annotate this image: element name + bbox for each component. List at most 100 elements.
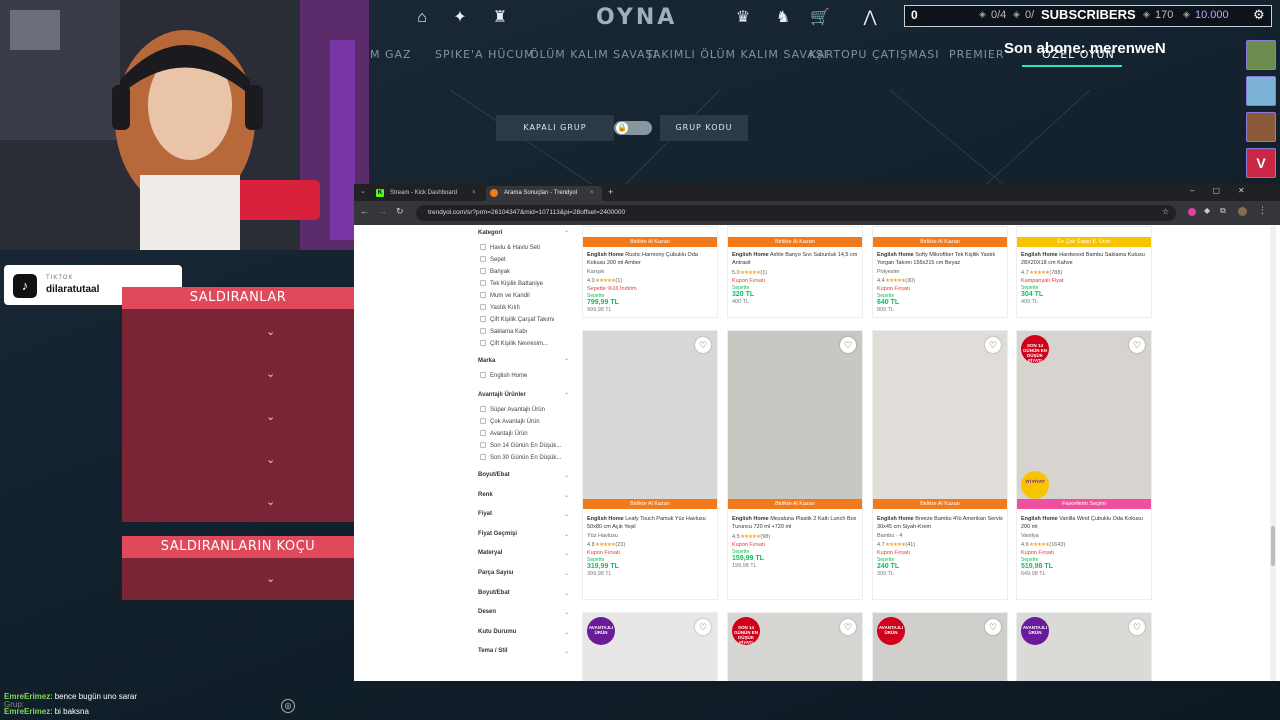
chevron-down-icon[interactable]: ⌄ [266, 325, 275, 338]
valorant-logo-icon[interactable]: V [1246, 148, 1276, 178]
bookmark-star-icon[interactable]: ☆ [1162, 207, 1169, 216]
filter-section-header[interactable]: Parça Sayısı ⌄ [478, 570, 569, 577]
product-card[interactable]: ♡ Birlikte Al Kazan English Home Mezaluna … [727, 330, 863, 600]
agent-portrait[interactable] [1246, 76, 1276, 106]
agent-portrait[interactable] [1246, 40, 1276, 70]
chevron-down-icon[interactable]: ⌄ [564, 629, 569, 636]
checkbox[interactable] [480, 442, 486, 448]
home-icon[interactable]: ⌂ [412, 8, 432, 28]
filter-section-header[interactable]: Renk ⌄ [478, 492, 569, 499]
heart-icon[interactable]: ♡ [840, 337, 856, 353]
filter-checkbox-item[interactable]: English Home [480, 372, 527, 379]
chevron-down-icon[interactable]: ⌄ [564, 648, 569, 655]
product-card[interactable]: Birlikte Al Kazan English Home Ashle Bany… [727, 226, 863, 318]
store-icon[interactable]: 🛒 [810, 8, 830, 28]
extension-icon[interactable] [1188, 208, 1196, 216]
close-icon[interactable]: × [590, 186, 594, 201]
filter-section-header[interactable]: Fiyat ⌄ [478, 511, 569, 518]
heart-icon[interactable]: ♡ [1129, 337, 1145, 353]
close-icon[interactable]: × [472, 186, 476, 201]
extension-icon[interactable]: ◆ [1204, 206, 1210, 215]
filter-section-header[interactable]: Desen ⌄ [478, 609, 569, 616]
product-card[interactable]: ♡ AVANTAJLI ÜRÜN [872, 612, 1008, 681]
chevron-down-icon[interactable]: ⌄ [266, 367, 275, 380]
filter-section-header[interactable]: Boyut/Ebat ⌄ [478, 472, 569, 479]
chevron-down-icon[interactable]: ⌄ [564, 511, 569, 518]
product-image[interactable] [728, 331, 862, 499]
avatar[interactable] [1238, 207, 1247, 216]
checkbox[interactable] [480, 280, 486, 286]
tab-kick[interactable]: K Stream - Kick Dashboard × [372, 186, 484, 201]
chevron-down-icon[interactable]: ⌄ [564, 550, 569, 557]
tab-mode-2[interactable]: ÖLÜM KALIM SAVAŞI [530, 48, 658, 61]
agent-portrait[interactable] [1246, 112, 1276, 142]
chevron-up-icon[interactable]: ⌃ [564, 230, 569, 237]
checkbox[interactable] [480, 304, 486, 310]
checkbox[interactable] [480, 418, 486, 424]
settings-icon[interactable]: ⚙ [1253, 7, 1265, 23]
puzzle-icon[interactable]: ⧉ [1220, 206, 1226, 216]
checkbox[interactable] [480, 372, 486, 378]
filter-checkbox-item[interactable]: Çift Kişilik Çarşaf Takımı [480, 316, 555, 323]
chevron-down-icon[interactable]: ⌄ [564, 531, 569, 538]
forward-icon[interactable]: → [378, 206, 387, 216]
tab-mode-3[interactable]: TAKIMLI ÖLÜM KALIM SAVAŞI [646, 48, 828, 61]
product-card[interactable]: ♡ Birlikte Al Kazan English Home Leafy Tou… [582, 330, 718, 600]
filter-checkbox-item[interactable]: Banyak [480, 268, 510, 275]
product-image[interactable] [583, 331, 717, 499]
chevron-down-icon[interactable]: ⌄ [564, 570, 569, 577]
filter-checkbox-item[interactable]: Çok Avantajlı Ürün [480, 418, 540, 425]
chevron-up-icon[interactable]: ⌃ [564, 358, 569, 365]
filter-checkbox-item[interactable]: Yastık Kılıfı [480, 304, 520, 311]
checkbox[interactable] [480, 406, 486, 412]
filter-section-header[interactable]: Avantajlı Ürünler ⌃ [478, 392, 569, 399]
reload-icon[interactable]: ↻ [396, 206, 404, 217]
filter-checkbox-item[interactable]: Sepet [480, 256, 506, 263]
tab-menu-icon[interactable]: ⌄ [360, 187, 366, 195]
chevron-down-icon[interactable]: ⌄ [266, 453, 275, 466]
heart-icon[interactable]: ♡ [985, 619, 1001, 635]
heart-icon[interactable]: ♡ [695, 337, 711, 353]
product-image[interactable] [873, 331, 1007, 499]
checkbox[interactable] [480, 268, 486, 274]
play-title[interactable]: OYNA [596, 5, 677, 30]
checkbox[interactable] [480, 244, 486, 250]
scroll-thumb[interactable] [1271, 526, 1275, 566]
battlepass-icon[interactable]: ⋀ [860, 8, 880, 28]
tab-mode-0[interactable]: M GAZ [370, 48, 412, 61]
product-card[interactable]: En Çok Satan 6. Ürün English Home Hardwoo… [1016, 226, 1152, 318]
filter-checkbox-item[interactable]: Saklama Kabı [480, 328, 527, 335]
filter-checkbox-item[interactable]: Çift Kişilik Nevresim... [480, 340, 548, 347]
product-card[interactable]: ♡ AVANTAJLI ÜRÜN [582, 612, 718, 681]
tab-mode-1[interactable]: SPIKE'A HÜCUM [435, 48, 535, 61]
checkbox[interactable] [480, 328, 486, 334]
filter-section-header[interactable]: Kategori ⌃ [478, 230, 569, 237]
product-card[interactable]: Birlikte Al Kazan English Home Rustic Har… [582, 226, 718, 318]
chevron-down-icon[interactable]: ⌄ [564, 609, 569, 616]
filter-section-header[interactable]: Tema / Stil ⌄ [478, 648, 569, 655]
heart-icon[interactable]: ♡ [1129, 619, 1145, 635]
product-card[interactable]: ♡ SON 14 GÜNÜN EN DÜŞÜK FİYATI [727, 612, 863, 681]
checkbox[interactable] [480, 256, 486, 262]
filter-checkbox-item[interactable]: Avantajlı Ürün [480, 430, 528, 437]
filter-section-header[interactable]: Boyut/Ebat ⌄ [478, 590, 569, 597]
tab-mode-5[interactable]: PREMIER [949, 48, 1005, 61]
rank-icon[interactable]: ♛ [733, 8, 753, 28]
filter-section-header[interactable]: Marka ⌃ [478, 358, 569, 365]
filter-checkbox-item[interactable]: Havlu & Havlu Seti [480, 244, 540, 251]
filter-section-header[interactable]: Materyal ⌄ [478, 550, 569, 557]
window-controls[interactable]: –▢✕ [1190, 186, 1263, 195]
page-scrollbar[interactable] [1270, 226, 1276, 681]
filter-section-header[interactable]: Kutu Durumu ⌄ [478, 629, 569, 636]
product-card[interactable]: Birlikte Al Kazan English Home Softy Mikr… [872, 226, 1008, 318]
filter-checkbox-item[interactable]: Son 30 Günün En Düşük... [480, 454, 561, 461]
chevron-down-icon[interactable]: ⌄ [266, 495, 275, 508]
heart-icon[interactable]: ♡ [985, 337, 1001, 353]
checkbox[interactable] [480, 292, 486, 298]
menu-icon[interactable]: ⋮ [1258, 205, 1267, 216]
crosshair-icon[interactable]: ✦ [450, 8, 470, 28]
checkbox[interactable] [480, 340, 486, 346]
address-bar[interactable]: trendyol.com/sr?prm=26104347&mid=107113&… [416, 205, 1176, 221]
tab-mode-4[interactable]: KARTOPU ÇATIŞMASI [809, 48, 940, 61]
checkbox[interactable] [480, 430, 486, 436]
